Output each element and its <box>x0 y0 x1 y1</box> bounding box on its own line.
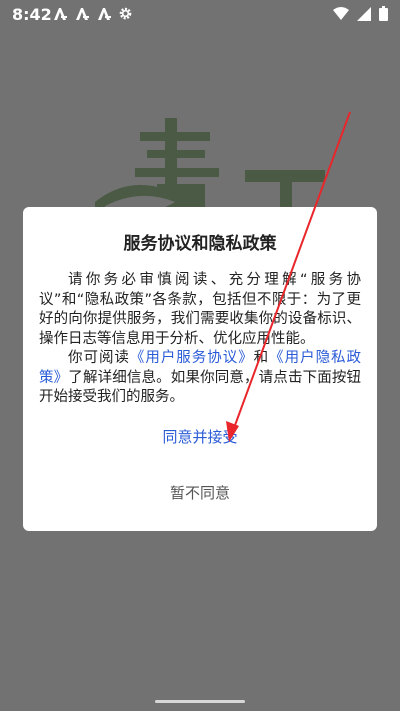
wifi-icon <box>333 7 349 20</box>
navigation-bar <box>0 687 400 711</box>
app-notification-icon <box>52 7 68 21</box>
settings-gear-icon <box>118 6 133 21</box>
home-indicator[interactable] <box>155 700 245 703</box>
paragraph-2-prefix: 你可阅读 <box>68 350 130 366</box>
dialog-paragraph-1: 请你务必审慎阅读、充分理解“服务协议”和“隐私政策”各条款，包括但不限于：为了更… <box>39 272 361 347</box>
status-system-icons <box>333 6 388 21</box>
dialog-body: 请你务必审慎阅读、充分理解“服务协议”和“隐私政策”各条款，包括但不限于：为了更… <box>39 271 361 408</box>
screen: 8:42 服务协议和隐私政策 请你务必审慎阅读、充分理解“服务协议”和“隐私政策… <box>0 0 400 711</box>
app-notification-icon <box>74 7 90 21</box>
status-bar: 8:42 <box>0 0 400 30</box>
decline-button[interactable]: 暂不同意 <box>23 473 377 513</box>
dialog-title: 服务协议和隐私政策 <box>123 234 277 254</box>
paragraph-2-and: 和 <box>253 350 270 366</box>
accept-button[interactable]: 同意并接受 <box>23 417 377 457</box>
privacy-consent-dialog: 服务协议和隐私政策 请你务必审慎阅读、充分理解“服务协议”和“隐私政策”各条款，… <box>23 207 377 531</box>
signal-icon <box>357 6 371 21</box>
paragraph-2-suffix: 了解详细信息。如果你同意，请点击下面按钮开始接受我们的服务。 <box>39 369 362 406</box>
dialog-paragraph-2: 你可阅读《用户服务协议》和《用户隐私政策》了解详细信息。如果你同意，请点击下面按… <box>39 349 361 408</box>
status-notification-icons <box>52 6 133 21</box>
status-time: 8:42 <box>12 5 52 24</box>
battery-icon <box>379 6 388 21</box>
app-notification-icon <box>96 7 112 21</box>
user-agreement-link[interactable]: 《用户服务协议》 <box>130 350 254 366</box>
